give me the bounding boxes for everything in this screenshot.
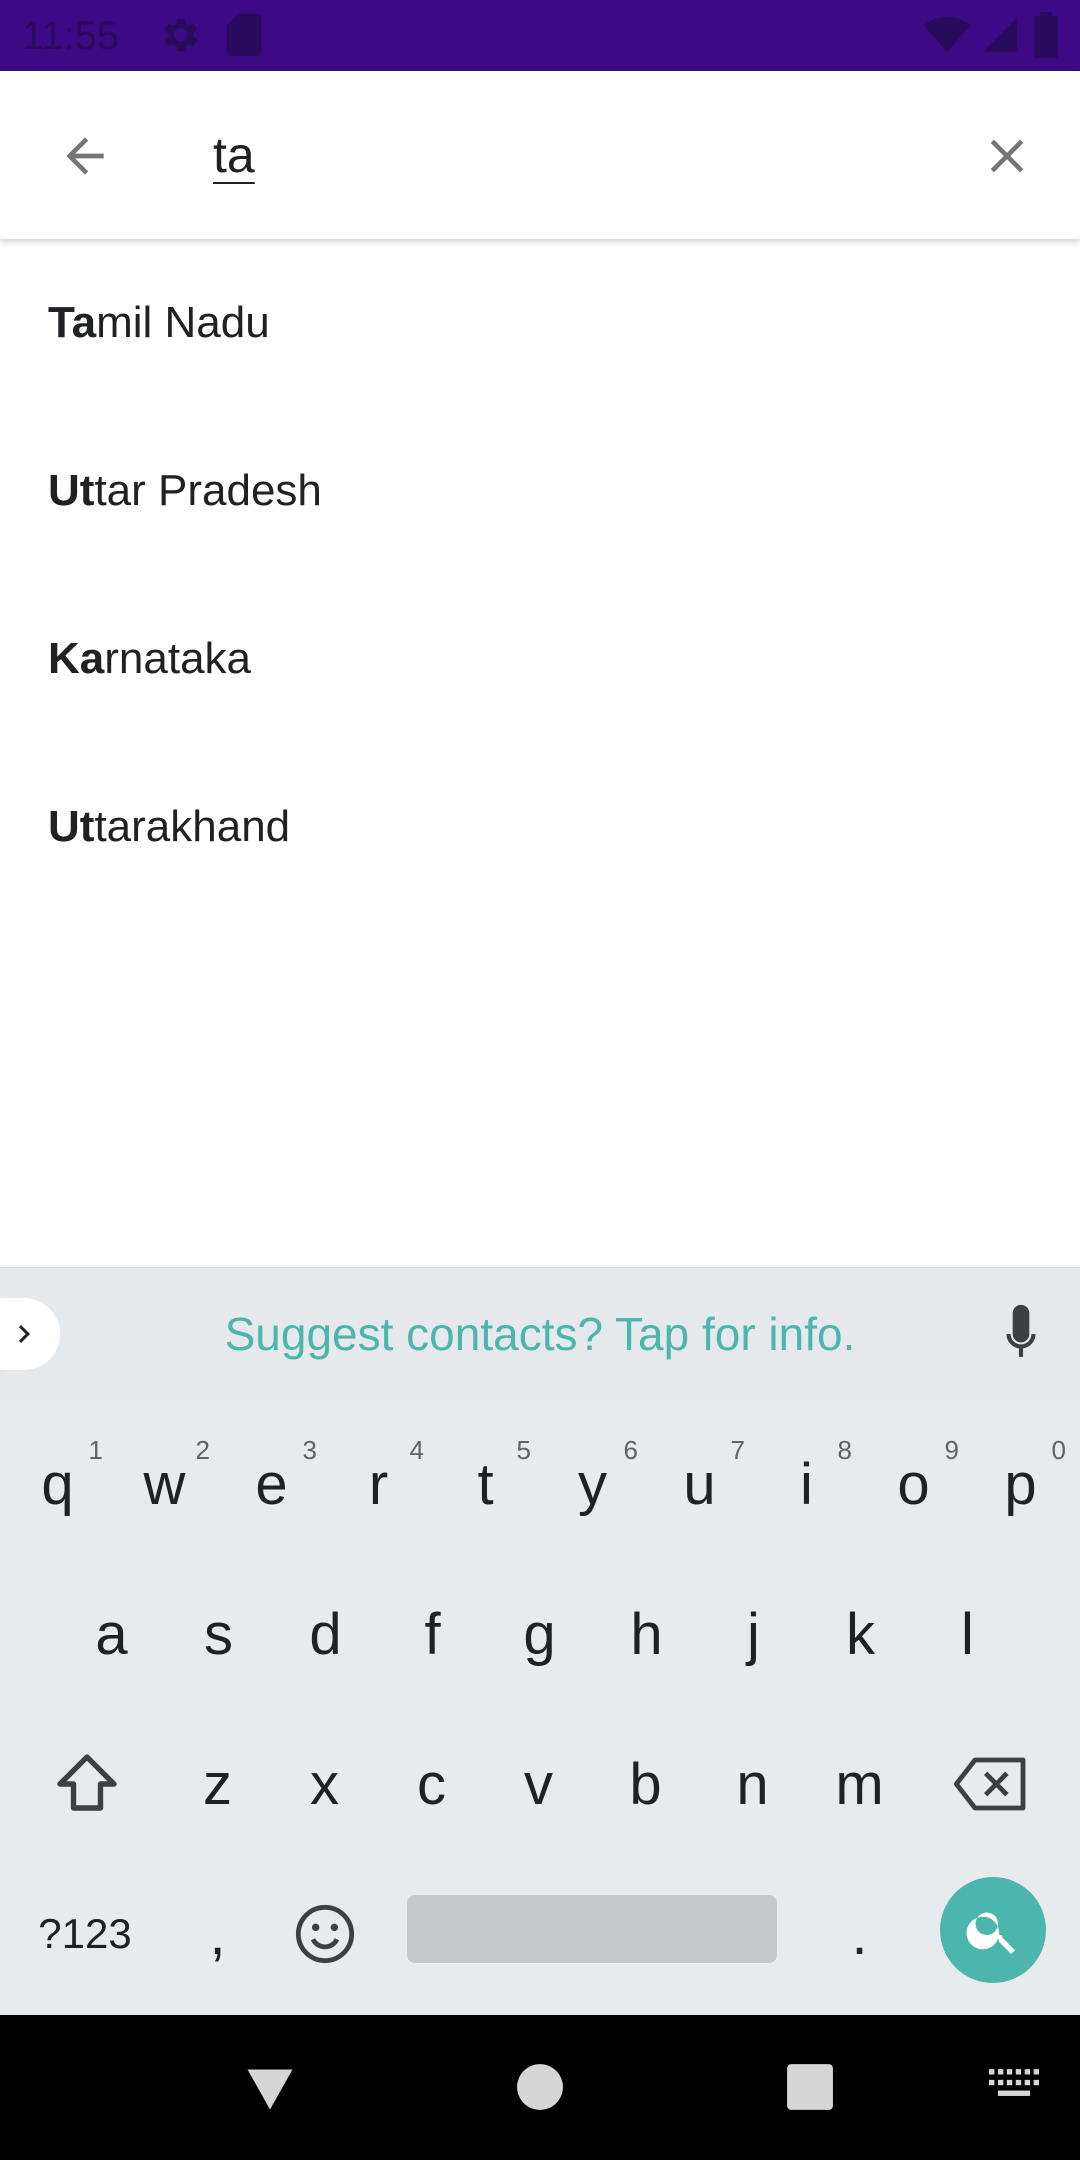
search-app-bar	[0, 71, 1080, 239]
navigation-bar	[0, 2015, 1080, 2160]
symbols-key[interactable]: ?123	[20, 1859, 150, 2009]
suggestion-item[interactable]: Ut tar Pradesh	[0, 407, 1080, 575]
settings-icon	[164, 18, 198, 52]
key-f[interactable]: f	[379, 1559, 486, 1709]
suggestion-rest: mil Nadu	[96, 298, 270, 347]
signal-icon	[983, 18, 1017, 52]
key-row-2: a s d f g h j k l	[0, 1559, 1080, 1709]
clear-button[interactable]	[962, 111, 1052, 201]
suggestion-match: Ut	[48, 466, 95, 515]
key-row-1: q1 w2 e3 r4 t5 y6 u7 i8 o9 p0	[0, 1409, 1080, 1559]
period-key[interactable]: .	[806, 1859, 913, 2009]
key-row-3: z x c v b n m	[0, 1709, 1080, 1859]
backspace-icon	[953, 1757, 1026, 1811]
key-x[interactable]: x	[271, 1709, 378, 1859]
keyboard-suggestion-strip: Suggest contacts? Tap for info.	[0, 1267, 1080, 1400]
home-circle-icon	[517, 2064, 563, 2110]
chevron-right-icon	[18, 1325, 30, 1343]
nav-back-button[interactable]	[230, 2047, 310, 2127]
key-o[interactable]: o9	[860, 1409, 967, 1559]
key-b[interactable]: b	[592, 1709, 699, 1859]
key-q[interactable]: q1	[4, 1409, 111, 1559]
microphone-icon[interactable]	[996, 1302, 1046, 1366]
key-k[interactable]: k	[807, 1559, 914, 1709]
space-key[interactable]	[407, 1895, 777, 1963]
key-a[interactable]: a	[58, 1559, 165, 1709]
keyboard-icon	[989, 2069, 1039, 2096]
key-d[interactable]: d	[272, 1559, 379, 1709]
key-y[interactable]: y6	[539, 1409, 646, 1559]
suggestion-item[interactable]: Ka rnataka	[0, 575, 1080, 743]
key-e[interactable]: e3	[218, 1409, 325, 1559]
key-r[interactable]: r4	[325, 1409, 432, 1559]
backspace-key[interactable]	[936, 1709, 1046, 1859]
key-h[interactable]: h	[593, 1559, 700, 1709]
key-l[interactable]: l	[914, 1559, 1021, 1709]
key-j[interactable]: j	[700, 1559, 807, 1709]
close-icon	[990, 139, 1024, 173]
key-g[interactable]: g	[486, 1559, 593, 1709]
suggestion-match: Ta	[48, 298, 97, 347]
key-t[interactable]: t5	[432, 1409, 539, 1559]
arrow-back-icon	[66, 137, 104, 175]
battery-icon	[1034, 12, 1058, 58]
key-m[interactable]: m	[806, 1709, 913, 1859]
key-u[interactable]: u7	[646, 1409, 753, 1559]
suggestion-item[interactable]: Ta mil Nadu	[0, 239, 1080, 407]
suggestion-item[interactable]: Ut tarakhand	[0, 743, 1080, 911]
search-icon	[966, 1912, 1015, 1954]
shift-icon	[57, 1754, 117, 1811]
key-v[interactable]: v	[485, 1709, 592, 1859]
emoji-icon	[295, 1904, 354, 1964]
suggestion-match: Ut	[48, 802, 95, 851]
status-time: 11:55	[22, 14, 120, 58]
key-z[interactable]: z	[164, 1709, 271, 1859]
emoji-key[interactable]	[271, 1859, 378, 2009]
key-p[interactable]: p0	[967, 1409, 1074, 1559]
suggestion-rest: tar Pradesh	[94, 466, 322, 515]
key-c[interactable]: c	[378, 1709, 485, 1859]
keyboard-switch-button[interactable]	[974, 2047, 1054, 2127]
recents-square-icon	[787, 2064, 833, 2110]
key-i[interactable]: i8	[753, 1409, 860, 1559]
suggestion-list: Ta mil Nadu Ut tar Pradesh Ka rnataka Ut tar…	[0, 239, 1080, 911]
wifi-icon	[924, 16, 970, 53]
suggestion-rest: tarakhand	[94, 802, 291, 851]
sd-card-icon	[226, 13, 262, 57]
suggest-contacts-prompt[interactable]: Suggest contacts? Tap for info.	[0, 1268, 1080, 1401]
status-bar: 11:55	[0, 0, 1080, 71]
shift-key[interactable]	[32, 1709, 142, 1859]
key-s[interactable]: s	[165, 1559, 272, 1709]
suggestion-rest: rnataka	[104, 634, 252, 683]
search-input[interactable]	[213, 115, 913, 195]
comma-key[interactable]: ,	[164, 1859, 271, 2009]
nav-home-button[interactable]	[500, 2047, 580, 2127]
nav-recents-button[interactable]	[770, 2047, 850, 2127]
key-w[interactable]: w2	[111, 1409, 218, 1559]
suggestion-match: Ka	[48, 634, 105, 683]
back-button[interactable]	[40, 111, 130, 201]
search-key[interactable]	[940, 1877, 1046, 1983]
key-n[interactable]: n	[699, 1709, 806, 1859]
back-triangle-icon	[247, 2069, 293, 2110]
